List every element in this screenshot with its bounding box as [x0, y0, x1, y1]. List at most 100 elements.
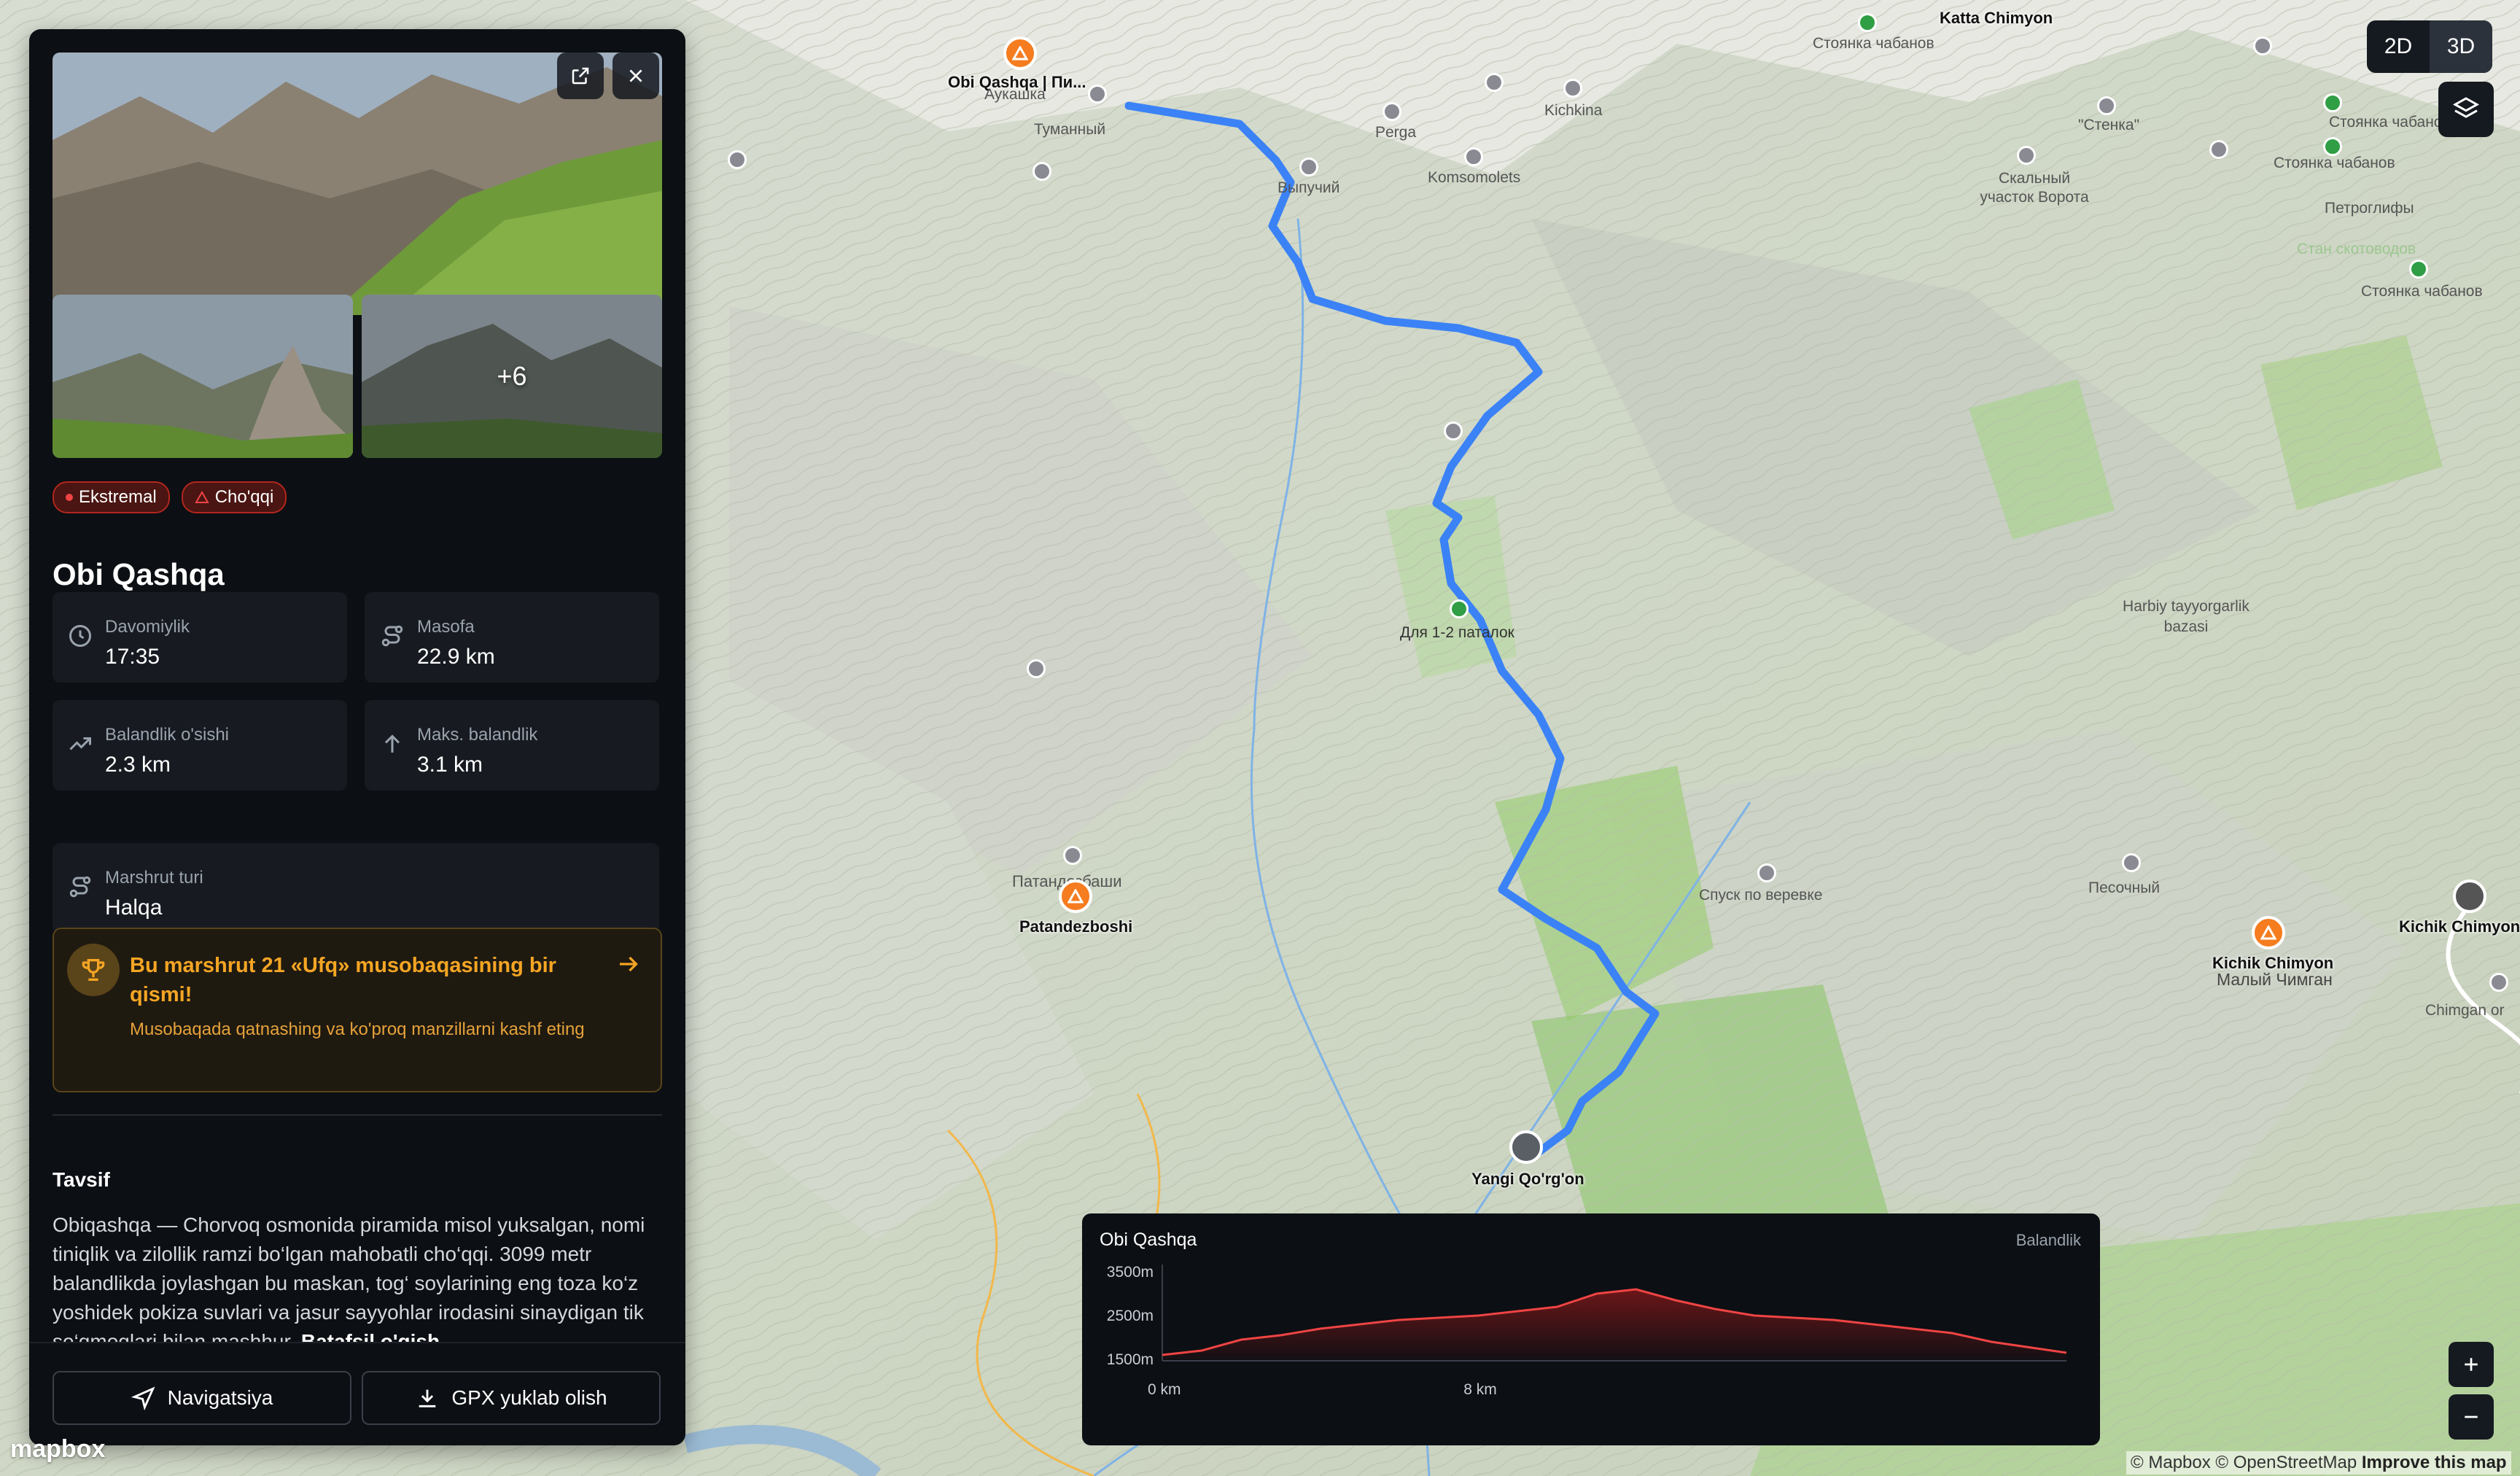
map-label-yangi-qorgon[interactable]: Yangi Qo'rg'on	[1471, 1170, 1584, 1189]
poi-marker[interactable]	[2253, 36, 2272, 55]
map-label: Perga	[1375, 124, 1417, 141]
map-label: Стоянка чабанов	[2361, 283, 2483, 300]
trophy-icon	[67, 944, 120, 996]
stat-route-type: Marshrut turi Halqa	[52, 843, 659, 933]
poi-marker-green[interactable]	[2409, 260, 2428, 279]
start-flag-marker[interactable]	[1509, 1130, 1543, 1164]
peak-marker-obi-qashqa[interactable]	[1003, 36, 1037, 70]
poi-marker-green[interactable]	[2323, 93, 2342, 112]
poi-marker[interactable]	[1563, 79, 1582, 98]
zoom-out-button[interactable]	[2449, 1394, 2494, 1440]
map-label: Спуск по веревке	[1699, 887, 1823, 904]
peak-marker-patandezboshi[interactable]	[1059, 879, 1092, 913]
route-icon	[69, 876, 91, 898]
y-tick-label: 2500m	[1107, 1308, 1154, 1324]
flag-marker[interactable]	[2453, 879, 2486, 913]
map-label: Для 1-2 паталок	[1400, 624, 1514, 641]
y-tick-label: 1500m	[1107, 1351, 1154, 1368]
map-label: Стоянка чабанов	[2329, 114, 2451, 131]
layers-button[interactable]	[2438, 82, 2494, 137]
map-label-kichik-chimyon-2[interactable]: Kichik Chimyon	[2399, 917, 2520, 936]
map-label: Harbiy tayyorgarlik bazasi	[2123, 598, 2249, 635]
map-label: Малый Чимган	[2217, 970, 2333, 989]
mapbox-attribution-link[interactable]: © Mapbox	[2131, 1453, 2211, 1472]
poi-marker[interactable]	[1757, 863, 1776, 882]
map-label: Скальный участок Ворота	[1980, 170, 2089, 206]
poi-marker[interactable]	[2017, 146, 2036, 165]
map-label-patandezboshi[interactable]: Patandezboshi	[1019, 917, 1132, 936]
navigation-icon	[131, 1386, 155, 1410]
difficulty-badge: Ekstremal	[52, 481, 170, 513]
poi-marker[interactable]	[2097, 96, 2116, 115]
view-mode-toggle: 2D 3D	[2367, 20, 2492, 73]
map-label: Chimgan or	[2425, 1002, 2505, 1019]
poi-marker-green[interactable]	[2323, 137, 2342, 156]
description-text: Obiqashqa — Chorvoq osmonida piramida mi…	[52, 1211, 662, 1343]
map-label-katta-chimyon[interactable]: Katta Chimyon	[1940, 9, 2053, 28]
zoom-in-button[interactable]	[2449, 1342, 2494, 1387]
route-icon	[381, 625, 403, 647]
mapbox-logo[interactable]: mapbox	[10, 1435, 105, 1464]
poi-marker-green[interactable]	[1858, 13, 1877, 32]
peak-marker-kichik-chimyon[interactable]	[2252, 916, 2285, 949]
elevation-area	[1162, 1289, 2066, 1359]
peak-icon	[194, 491, 209, 503]
arrow-right-icon	[620, 956, 638, 972]
poi-marker[interactable]	[2122, 853, 2141, 872]
photo-thumbnail-more[interactable]: +6	[362, 295, 662, 458]
improve-map-link[interactable]: Improve this map	[2362, 1453, 2507, 1472]
stat-distance: Masofa 22.9 km	[365, 592, 659, 683]
poi-marker[interactable]	[728, 150, 747, 169]
open-external-button[interactable]	[557, 53, 604, 99]
map-label: Стан скотоводов	[2297, 241, 2416, 257]
stat-elevation-gain: Balandlik o'sishi 2.3 km	[52, 700, 347, 791]
panel-scroll-area[interactable]: +6 Ekstremal Cho'qqi Obi Qashqa Davomiyl…	[29, 29, 685, 1343]
plus-icon	[2465, 1358, 2478, 1371]
poi-marker[interactable]	[2209, 140, 2228, 159]
map-label: Песочный	[2088, 879, 2161, 896]
competition-promo[interactable]: Bu marshrut 21 «Ufq» musobaqasining bir …	[52, 928, 662, 1092]
promo-subtitle: Musobaqada qatnashing va ko'proq manzill…	[130, 1019, 585, 1039]
map-label: Стоянка чабанов	[2274, 155, 2395, 171]
layers-icon	[2452, 97, 2480, 118]
poi-marker[interactable]	[1382, 102, 1401, 121]
poi-marker[interactable]	[1444, 422, 1463, 440]
route-detail-panel: +6 Ekstremal Cho'qqi Obi Qashqa Davomiyl…	[29, 29, 685, 1445]
map-label: "Стенка"	[2078, 117, 2140, 133]
poi-marker[interactable]	[1063, 846, 1082, 865]
osm-attribution-link[interactable]: © OpenStreetMap	[2215, 1453, 2357, 1472]
view-2d-button[interactable]: 2D	[2367, 20, 2430, 73]
map-label: Выпучий	[1278, 179, 1340, 196]
poi-marker[interactable]	[1464, 147, 1483, 166]
poi-marker[interactable]	[1032, 162, 1051, 181]
poi-marker[interactable]	[1485, 73, 1504, 92]
promo-title: Bu marshrut 21 «Ufq» musobaqasining bir …	[130, 954, 556, 1006]
poi-marker[interactable]	[1088, 85, 1107, 104]
more-photos-count: +6	[497, 361, 527, 391]
close-panel-button[interactable]	[612, 53, 659, 99]
divider	[52, 1114, 662, 1116]
poi-marker[interactable]	[2489, 973, 2508, 992]
map-label: Петроглифы	[2325, 200, 2414, 217]
download-icon	[419, 1389, 436, 1407]
map-label: Стоянка чабанов	[1813, 35, 1934, 52]
category-badge: Cho'qqi	[181, 481, 287, 513]
close-icon	[629, 69, 642, 82]
elevation-profile[interactable]: Obi Qashqa Balandlik 3500m 2500m 1500m 0 km…	[1082, 1213, 2100, 1445]
navigation-button[interactable]: Navigatsiya	[52, 1371, 351, 1425]
gpx-download-button[interactable]: GPX yuklab olish	[362, 1371, 661, 1425]
map-label: Komsomolets	[1428, 169, 1521, 186]
view-3d-button[interactable]: 3D	[2430, 20, 2492, 73]
badges: Ekstremal Cho'qqi	[52, 481, 287, 513]
panel-footer: Navigatsiya GPX yuklab olish	[29, 1342, 685, 1445]
external-link-icon	[572, 67, 589, 85]
x-tick-label: 0 km	[1148, 1381, 1181, 1398]
poi-marker[interactable]	[1027, 659, 1046, 678]
poi-marker[interactable]	[1299, 158, 1318, 176]
poi-marker-green[interactable]	[1450, 599, 1469, 618]
description-heading: Tavsif	[52, 1168, 110, 1191]
danger-dot-icon	[66, 494, 73, 501]
photo-thumbnail[interactable]	[52, 295, 353, 458]
elevation-chart[interactable]: 3500m 2500m 1500m 0 km 8 km	[1082, 1213, 2100, 1445]
route-title: Obi Qashqa	[52, 557, 225, 591]
